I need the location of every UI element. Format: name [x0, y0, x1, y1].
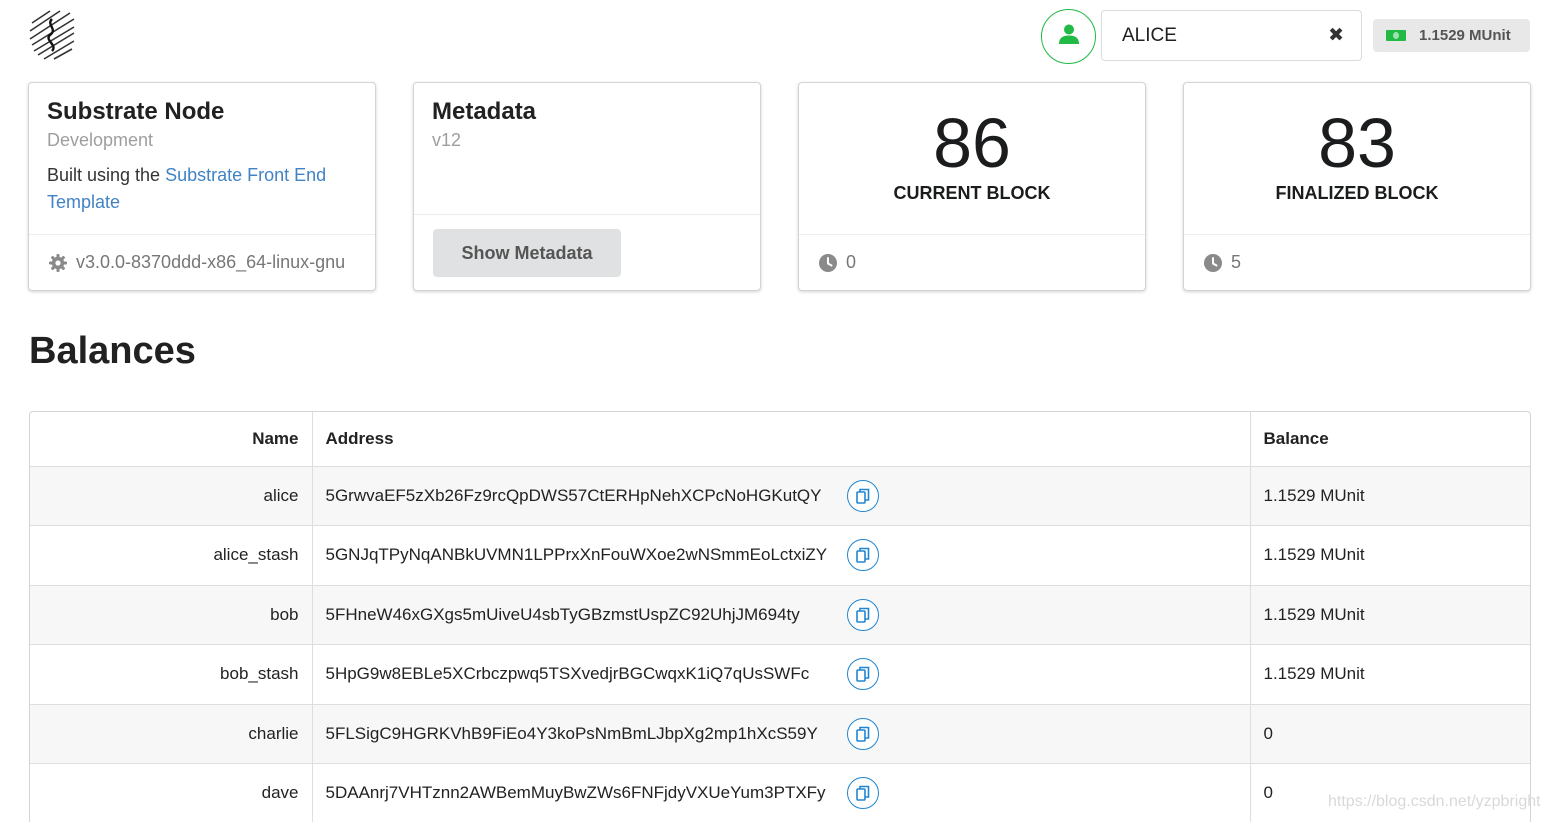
account-balance: 1.1529 MUnit	[1249, 525, 1530, 586]
copy-address-button[interactable]	[846, 717, 879, 750]
metadata-title: Metadata	[432, 98, 537, 125]
account-address-cell: 5HpG9w8EBLe5XCrbczpwq5TSXvedjrBGCwqxK1iQ…	[311, 644, 1250, 705]
table-header-row: Name Address Balance	[30, 412, 1530, 467]
copy-icon	[855, 785, 869, 801]
table-row: alice_stash 5GNJqTPyNqANBkUVMN1LPPrxXnFou…	[30, 525, 1530, 586]
table-row: charlie 5FLSigC9HGRKVhB9FiEo4Y3koPsNmBmLJ…	[30, 704, 1530, 764]
copy-address-button[interactable]	[846, 539, 879, 571]
column-header-address: Address	[311, 412, 1250, 467]
copy-address-button[interactable]	[846, 658, 879, 690]
current-block-value: 86	[933, 104, 1011, 182]
column-header-balance: Balance	[1249, 412, 1530, 467]
node-version-row: v3.0.0-8370ddd-x86_64-linux-gnu	[29, 234, 375, 290]
finalized-block-timer: 5	[1231, 252, 1242, 272]
metadata-divider	[414, 214, 760, 215]
copy-address-button[interactable]	[846, 479, 879, 512]
substrate-logo	[28, 9, 76, 61]
close-icon[interactable]: ✖	[1328, 24, 1344, 47]
copy-icon	[855, 488, 869, 504]
balances-table: Name Address Balance alice 5GrwvaEF5zXb26…	[29, 411, 1531, 822]
copy-address-button[interactable]	[846, 777, 879, 809]
account-balance: 1.1529 MUnit	[1249, 466, 1530, 526]
finalized-block-card: 83 FINALIZED BLOCK 5	[1183, 82, 1531, 291]
account-address-cell: 5FLSigC9HGRKVhB9FiEo4Y3koPsNmBmLJbpXg2mp…	[311, 704, 1250, 764]
account-name: charlie	[30, 704, 312, 764]
finalized-block-timer-row: 5	[1184, 234, 1530, 290]
account-address[interactable]: 5GNJqTPyNqANBkUVMN1LPPrxXnFouWXoe2wNSmmE…	[326, 545, 828, 564]
account-address-cell: 5DAAnrj7VHTznn2AWBemMuyBwZWs6FNFjdyVXUeY…	[311, 763, 1250, 822]
node-chain: Development	[47, 129, 154, 150]
account-address[interactable]: 5HpG9w8EBLe5XCrbczpwq5TSXvedjrBGCwqxK1iQ…	[326, 664, 810, 683]
account-name: bob	[30, 585, 312, 645]
table-row: bob_stash 5HpG9w8EBLe5XCrbczpwq5TSXvedjrB…	[30, 644, 1530, 705]
user-icon	[1058, 23, 1080, 50]
gear-icon	[49, 253, 67, 272]
table-row: alice 5GrwvaEF5zXb26Fz9rcQpDWS57CtERHpNeh…	[30, 466, 1530, 526]
copy-icon	[855, 666, 869, 682]
node-info-card: Substrate Node Development Built using t…	[28, 82, 376, 291]
account-address-cell: 5GrwvaEF5zXb26Fz9rcQpDWS57CtERHpNehXCPcN…	[311, 466, 1250, 526]
account-name: dave	[30, 763, 312, 822]
account-name: alice	[30, 466, 312, 526]
table-row: dave 5DAAnrj7VHTznn2AWBemMuyBwZWs6FNFjdyV…	[30, 763, 1530, 822]
account-name: alice_stash	[30, 525, 312, 586]
table-row: bob 5FHneW46xGXgs5mUiveU4sbTyGBzmstUspZC9…	[30, 585, 1530, 645]
node-title: Substrate Node	[47, 98, 225, 125]
current-block-timer-row: 0	[799, 234, 1145, 290]
account-address[interactable]: 5DAAnrj7VHTznn2AWBemMuyBwZWs6FNFjdyVXUeY…	[326, 783, 826, 802]
clock-icon	[819, 253, 837, 272]
account-address[interactable]: 5FLSigC9HGRKVhB9FiEo4Y3koPsNmBmLJbpXg2mp…	[326, 724, 818, 743]
node-description: Built using the Substrate Front End Temp…	[47, 162, 357, 216]
balances-title: Balances	[29, 330, 196, 372]
metadata-version: v12	[432, 129, 462, 150]
account-balance: 1.1529 MUnit	[1419, 27, 1511, 44]
current-block-card: 86 CURRENT BLOCK 0	[798, 82, 1146, 291]
money-icon	[1386, 30, 1406, 41]
account-address-cell: 5GNJqTPyNqANBkUVMN1LPPrxXnFouWXoe2wNSmmE…	[311, 525, 1250, 586]
account-avatar-button[interactable]	[1041, 9, 1096, 64]
copy-address-button[interactable]	[846, 598, 879, 631]
finalized-block-label: FINALIZED BLOCK	[1275, 183, 1439, 203]
account-address-cell: 5FHneW46xGXgs5mUiveU4sbTyGBzmstUspZC92Uh…	[311, 585, 1250, 645]
current-block-timer: 0	[846, 252, 857, 272]
account-balance: 1.1529 MUnit	[1249, 644, 1530, 705]
account-balance-badge: 1.1529 MUnit	[1373, 19, 1530, 52]
copy-icon	[855, 726, 869, 742]
clock-icon	[1204, 253, 1222, 272]
selected-account: ALICE	[1122, 24, 1177, 46]
metadata-card: Metadata v12 Show Metadata	[413, 82, 761, 291]
node-description-text: Built using the	[47, 164, 166, 185]
column-header-name: Name	[30, 412, 312, 467]
watermark: https://blog.csdn.net/yzpbright	[1328, 793, 1541, 810]
account-address[interactable]: 5FHneW46xGXgs5mUiveU4sbTyGBzmstUspZC92Uh…	[326, 605, 800, 624]
account-address[interactable]: 5GrwvaEF5zXb26Fz9rcQpDWS57CtERHpNehXCPcN…	[326, 486, 822, 505]
account-selector[interactable]: ALICE ✖	[1101, 10, 1362, 61]
node-version: v3.0.0-8370ddd-x86_64-linux-gnu	[76, 252, 346, 272]
finalized-block-value: 83	[1318, 104, 1396, 182]
copy-icon	[855, 607, 869, 623]
current-block-label: CURRENT BLOCK	[893, 183, 1051, 203]
account-balance: 1.1529 MUnit	[1249, 585, 1530, 645]
show-metadata-button[interactable]: Show Metadata	[433, 229, 621, 277]
copy-icon	[855, 547, 869, 563]
account-balance: 0	[1249, 704, 1530, 764]
account-name: bob_stash	[30, 644, 312, 705]
